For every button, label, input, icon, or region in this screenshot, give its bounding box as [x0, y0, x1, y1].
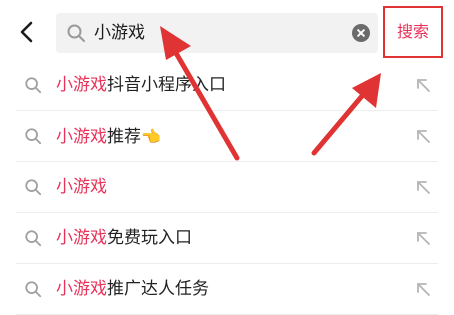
search-input[interactable]: 小游戏 — [56, 13, 378, 53]
search-query-text: 小游戏 — [94, 23, 145, 43]
fill-arrow-icon[interactable] — [414, 76, 432, 94]
suggestion-item[interactable]: 小游戏免费玩入口 — [0, 213, 454, 264]
suggestion-highlight: 小游戏 — [56, 279, 107, 299]
search-icon — [25, 77, 42, 94]
suggestion-rest: 抖音小程序入口 — [107, 75, 226, 95]
search-icon — [25, 179, 42, 196]
search-icon — [25, 128, 42, 145]
back-arrow-icon — [20, 21, 33, 43]
suggestion-rest: 免费玩入口 — [107, 228, 192, 248]
suggestion-item[interactable]: 小游戏抖音小程序入口 — [0, 60, 454, 111]
suggestion-text: 小游戏抖音小程序入口 — [56, 60, 226, 111]
suggestion-rest: 推广达人任务 — [107, 279, 209, 299]
suggestion-item[interactable]: 小游戏 — [0, 162, 454, 213]
suggestion-item[interactable]: 小游戏推广达人任务 — [0, 264, 454, 315]
fill-arrow-icon[interactable] — [414, 178, 432, 196]
suggestion-text: 小游戏 — [56, 162, 107, 213]
pointing-hand-emoji: 👈 — [141, 127, 161, 146]
suggestion-list: 小游戏抖音小程序入口 小游戏推荐👈 小游戏 小游戏免费玩入口 小游戏推广达人任务 — [0, 60, 454, 315]
fill-arrow-icon[interactable] — [414, 127, 432, 145]
suggestion-highlight: 小游戏 — [56, 127, 107, 147]
suggestion-text: 小游戏推广达人任务 — [56, 264, 209, 315]
suggestion-item[interactable]: 小游戏推荐👈 — [0, 111, 454, 162]
search-icon — [25, 281, 42, 298]
suggestion-highlight: 小游戏 — [56, 177, 107, 197]
back-button[interactable] — [12, 17, 42, 47]
suggestion-highlight: 小游戏 — [56, 75, 107, 95]
search-button-highlight-box: 搜索 — [383, 6, 443, 58]
fill-arrow-icon[interactable] — [414, 229, 432, 247]
suggestion-rest: 推荐 — [107, 127, 141, 147]
suggestion-highlight: 小游戏 — [56, 228, 107, 248]
fill-arrow-icon[interactable] — [414, 280, 432, 298]
search-header: 小游戏 搜索 — [0, 0, 454, 66]
search-button[interactable]: 搜索 — [385, 8, 441, 56]
search-icon — [67, 24, 85, 42]
clear-icon[interactable] — [352, 24, 370, 42]
suggestion-text: 小游戏推荐👈 — [56, 111, 161, 162]
search-icon — [25, 230, 42, 247]
suggestion-text: 小游戏免费玩入口 — [56, 213, 192, 264]
